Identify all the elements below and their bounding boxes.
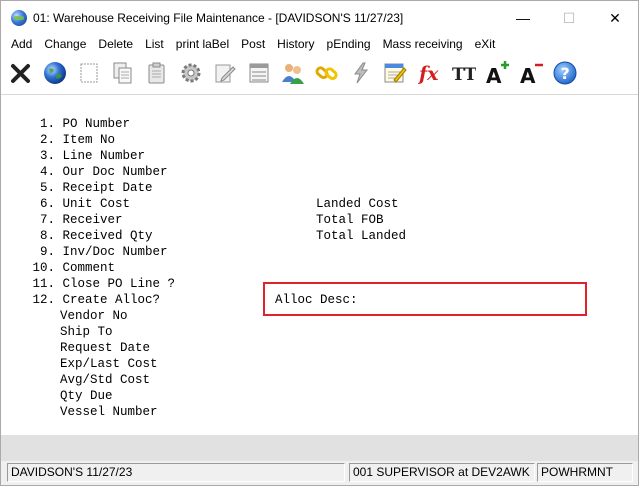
message-band xyxy=(1,435,638,461)
field-label: Receiver xyxy=(62,213,123,227)
menu-post[interactable]: Post xyxy=(235,35,271,53)
menu-mass-receiving[interactable]: Mass receiving xyxy=(377,35,469,53)
close-x-icon[interactable] xyxy=(5,57,37,89)
menu-change[interactable]: Change xyxy=(38,35,92,53)
a-plus-label: A xyxy=(486,64,502,86)
field-label: Receipt Date xyxy=(62,181,153,195)
function-fx-icon[interactable]: fx xyxy=(413,57,445,89)
toolbar: fx TT A A ? xyxy=(1,54,638,92)
label-vessel-number: Vessel Number xyxy=(60,405,158,419)
edit-page-icon[interactable] xyxy=(209,57,241,89)
field-close-po-line[interactable]: 11. Close PO Line ? xyxy=(31,276,175,292)
field-label: Close PO Line ? xyxy=(62,277,176,291)
blank-page-icon[interactable] xyxy=(73,57,105,89)
label-landed-cost: Landed Cost xyxy=(316,197,399,211)
menu-pending[interactable]: pEnding xyxy=(321,35,377,53)
decrease-font-icon[interactable]: A xyxy=(515,57,547,89)
title-bar: 01: Warehouse Receiving File Maintenance… xyxy=(1,1,638,35)
label-total-landed: Total Landed xyxy=(316,229,407,243)
a-minus-label: A xyxy=(520,64,536,86)
field-number: 12. xyxy=(32,293,55,307)
field-label: Line Number xyxy=(62,149,146,163)
field-number: 1. xyxy=(39,117,55,131)
paste-icon[interactable] xyxy=(141,57,173,89)
field-unit-cost[interactable]: 6. Unit Cost xyxy=(31,196,130,212)
label-avg-std-cost: Avg/Std Cost xyxy=(60,373,151,387)
menu-add[interactable]: Add xyxy=(5,35,38,53)
field-number: 8. xyxy=(39,229,55,243)
menu-print-label[interactable]: print laBel xyxy=(170,35,235,53)
font-size-icon[interactable]: TT xyxy=(447,57,479,89)
settings-gear-icon[interactable] xyxy=(175,57,207,89)
field-number: 10. xyxy=(32,261,55,275)
field-inv-doc-number[interactable]: 9. Inv/Doc Number xyxy=(31,244,168,260)
label-vendor-no: Vendor No xyxy=(60,309,128,323)
help-icon[interactable]: ? xyxy=(549,57,581,89)
menu-bar: Add Change Delete List print laBel Post … xyxy=(1,35,638,53)
maximize-button[interactable]: ☐ xyxy=(546,1,592,35)
close-button[interactable]: ✕ xyxy=(592,1,638,35)
copy-icon[interactable] xyxy=(107,57,139,89)
field-line-number[interactable]: 3. Line Number xyxy=(31,148,145,164)
menu-list[interactable]: List xyxy=(139,35,170,53)
label-ship-to: Ship To xyxy=(60,325,113,339)
field-label: PO Number xyxy=(62,117,131,131)
label-request-date: Request Date xyxy=(60,341,151,355)
field-number: 4. xyxy=(39,165,55,179)
form-area: 1. PO Number 2. Item No 3. Line Number 4… xyxy=(1,95,638,435)
field-number: 5. xyxy=(39,181,55,195)
field-number: 6. xyxy=(39,197,55,211)
field-item-no[interactable]: 2. Item No xyxy=(31,132,115,148)
users-icon[interactable] xyxy=(277,57,309,89)
help-label: ? xyxy=(561,64,570,83)
status-company-date: DAVIDSON'S 11/27/23 xyxy=(7,463,345,482)
field-label: Unit Cost xyxy=(62,197,131,211)
field-label: Inv/Doc Number xyxy=(62,245,168,259)
field-label: Received Qty xyxy=(62,229,153,243)
lightning-icon[interactable] xyxy=(345,57,377,89)
field-receiver[interactable]: 7. Receiver xyxy=(31,212,123,228)
menu-delete[interactable]: Delete xyxy=(92,35,139,53)
field-receipt-date[interactable]: 5. Receipt Date xyxy=(31,180,153,196)
label-total-fob: Total FOB xyxy=(316,213,384,227)
status-user-info: 001 SUPERVISOR at DEV2AWK xyxy=(349,463,535,482)
field-number: 2. xyxy=(39,133,55,147)
calendar-edit-icon[interactable] xyxy=(379,57,411,89)
field-comment[interactable]: 10. Comment xyxy=(31,260,115,276)
globe-icon[interactable] xyxy=(39,57,71,89)
field-received-qty[interactable]: 8. Received Qty xyxy=(31,228,153,244)
field-create-alloc[interactable]: 12. Create Alloc? xyxy=(31,292,160,308)
field-po-number[interactable]: 1. PO Number xyxy=(31,116,130,132)
field-label: Create Alloc? xyxy=(62,293,161,307)
menu-exit[interactable]: eXit xyxy=(469,35,502,53)
app-window: 01: Warehouse Receiving File Maintenance… xyxy=(0,0,639,486)
increase-font-icon[interactable]: A xyxy=(481,57,513,89)
field-label: Comment xyxy=(62,261,116,275)
field-number: 9. xyxy=(39,245,55,259)
app-globe-icon xyxy=(11,10,27,26)
field-number: 3. xyxy=(39,149,55,163)
menu-history[interactable]: History xyxy=(271,35,320,53)
label-alloc-desc: Alloc Desc: xyxy=(275,293,358,307)
field-our-doc-number[interactable]: 4. Our Doc Number xyxy=(31,164,168,180)
field-number: 11. xyxy=(32,277,55,291)
window-title: 01: Warehouse Receiving File Maintenance… xyxy=(33,11,404,25)
label-exp-last-cost: Exp/Last Cost xyxy=(60,357,158,371)
label-qty-due: Qty Due xyxy=(60,389,113,403)
minimize-button[interactable]: — xyxy=(500,1,546,35)
status-program: POWHRMNT xyxy=(537,463,633,482)
list-view-icon[interactable] xyxy=(243,57,275,89)
field-label: Our Doc Number xyxy=(62,165,168,179)
chain-link-icon[interactable] xyxy=(311,57,343,89)
field-number: 7. xyxy=(39,213,55,227)
tt-label: TT xyxy=(452,65,476,85)
status-bar: DAVIDSON'S 11/27/23 001 SUPERVISOR at DE… xyxy=(1,461,638,485)
field-label: Item No xyxy=(62,133,116,147)
fx-label: fx xyxy=(417,63,439,85)
